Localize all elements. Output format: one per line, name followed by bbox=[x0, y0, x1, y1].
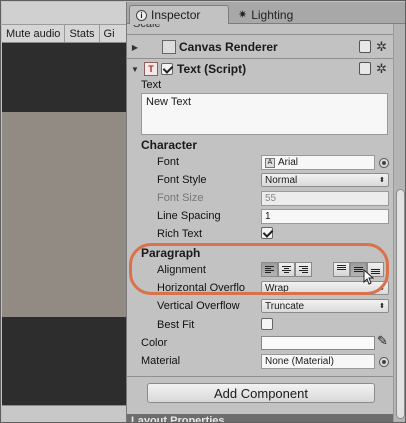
tab-inspector[interactable]: i Inspector bbox=[129, 5, 229, 24]
divider bbox=[127, 376, 393, 377]
font-style-value: Normal bbox=[265, 174, 298, 186]
divider bbox=[127, 34, 393, 35]
horizontal-overflow-label: Horizontal Overflo bbox=[157, 282, 246, 294]
text-script-header[interactable]: ▼ T Text (Script) ✲ bbox=[127, 59, 393, 79]
rich-text-label: Rich Text bbox=[157, 228, 203, 240]
fold-arrow-icon[interactable]: ▶ bbox=[130, 43, 140, 52]
material-label: Material bbox=[141, 355, 181, 367]
unity-editor-window: Mute audio Stats Gi i Inspector ✷ Lighti… bbox=[0, 0, 406, 423]
font-style-label: Font Style bbox=[157, 174, 207, 186]
game-background-top bbox=[2, 43, 126, 112]
add-component-button[interactable]: Add Component bbox=[147, 383, 375, 403]
rich-text-checkbox[interactable] bbox=[261, 227, 273, 239]
panel-tabs: i Inspector ✷ Lighting bbox=[127, 2, 405, 24]
dropdown-arrows-icon: ⬍ bbox=[379, 303, 385, 310]
color-swatch-field[interactable] bbox=[261, 336, 375, 350]
eyedropper-icon[interactable]: ✎ bbox=[377, 333, 388, 349]
component-tools: ✲ bbox=[359, 40, 387, 53]
align-right-button[interactable] bbox=[295, 262, 312, 277]
text-script-title: Text (Script) bbox=[177, 62, 247, 76]
layout-properties-bar[interactable]: Layout Properties bbox=[127, 414, 393, 422]
line-spacing-field[interactable]: 1 bbox=[261, 209, 389, 224]
mouse-cursor-icon bbox=[363, 269, 375, 285]
font-value: Arial bbox=[278, 157, 299, 168]
object-picker-icon[interactable] bbox=[379, 357, 389, 367]
dropdown-arrows-icon: ⬍ bbox=[379, 177, 385, 184]
font-size-field[interactable]: 55 bbox=[261, 191, 389, 206]
inspector-scrollbar[interactable] bbox=[393, 24, 405, 422]
font-label: Font bbox=[157, 156, 180, 168]
vertical-overflow-value: Truncate bbox=[265, 300, 305, 312]
mute-audio-button[interactable]: Mute audio bbox=[2, 25, 66, 42]
font-size-label: Font Size bbox=[157, 192, 204, 204]
info-icon: i bbox=[136, 9, 147, 21]
canvas-renderer-icon bbox=[162, 40, 176, 54]
tab-lighting[interactable]: ✷ Lighting bbox=[232, 5, 312, 24]
inspector-panel: i Inspector ✷ Lighting Scale ▶ Canvas Re… bbox=[126, 2, 405, 422]
game-view: Mute audio Stats Gi bbox=[2, 2, 126, 422]
character-heading: Character bbox=[141, 138, 198, 152]
alignment-label: Alignment bbox=[157, 264, 206, 276]
gizmos-button[interactable]: Gi bbox=[100, 25, 119, 42]
stats-button[interactable]: Stats bbox=[65, 25, 100, 42]
vertical-overflow-label: Vertical Overflow bbox=[157, 300, 240, 312]
gear-icon[interactable]: ✲ bbox=[376, 62, 387, 75]
horizontal-alignment-group bbox=[261, 262, 312, 277]
canvas-renderer-title: Canvas Renderer bbox=[179, 40, 278, 54]
game-view-footer bbox=[2, 405, 126, 422]
scale-label: Scale bbox=[133, 24, 161, 30]
fold-arrow-down-icon[interactable]: ▼ bbox=[130, 65, 140, 74]
text-script-enabled-checkbox[interactable] bbox=[161, 63, 173, 75]
help-book-icon[interactable] bbox=[359, 40, 372, 53]
dropdown-arrows-icon: ⬍ bbox=[379, 285, 385, 292]
text-component-icon: T bbox=[144, 62, 158, 76]
material-field[interactable]: None (Material) bbox=[261, 354, 375, 369]
lighting-icon: ✷ bbox=[238, 9, 248, 21]
paragraph-heading: Paragraph bbox=[141, 246, 201, 260]
best-fit-checkbox[interactable] bbox=[261, 318, 273, 330]
canvas-renderer-header[interactable]: ▶ Canvas Renderer ✲ bbox=[127, 37, 393, 57]
help-book-icon[interactable] bbox=[359, 62, 372, 75]
object-picker-icon[interactable] bbox=[379, 158, 389, 168]
game-view-header bbox=[2, 2, 126, 24]
tab-lighting-label: Lighting bbox=[251, 7, 294, 22]
best-fit-label: Best Fit bbox=[157, 319, 195, 331]
color-label: Color bbox=[141, 337, 168, 349]
inspector-content: Scale ▶ Canvas Renderer ✲ ▼ T Text (Scri… bbox=[127, 24, 393, 422]
game-canvas-area bbox=[2, 112, 126, 317]
font-field[interactable]: A Arial bbox=[261, 155, 375, 170]
tab-inspector-label: Inspector bbox=[151, 8, 201, 22]
font-style-dropdown[interactable]: Normal ⬍ bbox=[261, 173, 389, 187]
align-center-button[interactable] bbox=[278, 262, 295, 277]
text-label: Text bbox=[141, 79, 162, 91]
gear-icon[interactable]: ✲ bbox=[376, 40, 387, 53]
align-left-button[interactable] bbox=[261, 262, 278, 277]
component-tools: ✲ bbox=[359, 62, 387, 75]
align-top-button[interactable] bbox=[333, 262, 350, 277]
scrollbar-thumb[interactable] bbox=[396, 189, 405, 419]
font-asset-icon: A bbox=[265, 157, 275, 168]
horizontal-overflow-value: Wrap bbox=[265, 282, 289, 294]
text-value-textarea[interactable]: New Text bbox=[141, 93, 388, 135]
vertical-alignment-group bbox=[333, 262, 384, 277]
vertical-overflow-dropdown[interactable]: Truncate ⬍ bbox=[261, 299, 389, 313]
game-background-bottom bbox=[2, 317, 126, 407]
line-spacing-label: Line Spacing bbox=[157, 210, 221, 222]
game-view-toolbar: Mute audio Stats Gi bbox=[2, 24, 126, 43]
